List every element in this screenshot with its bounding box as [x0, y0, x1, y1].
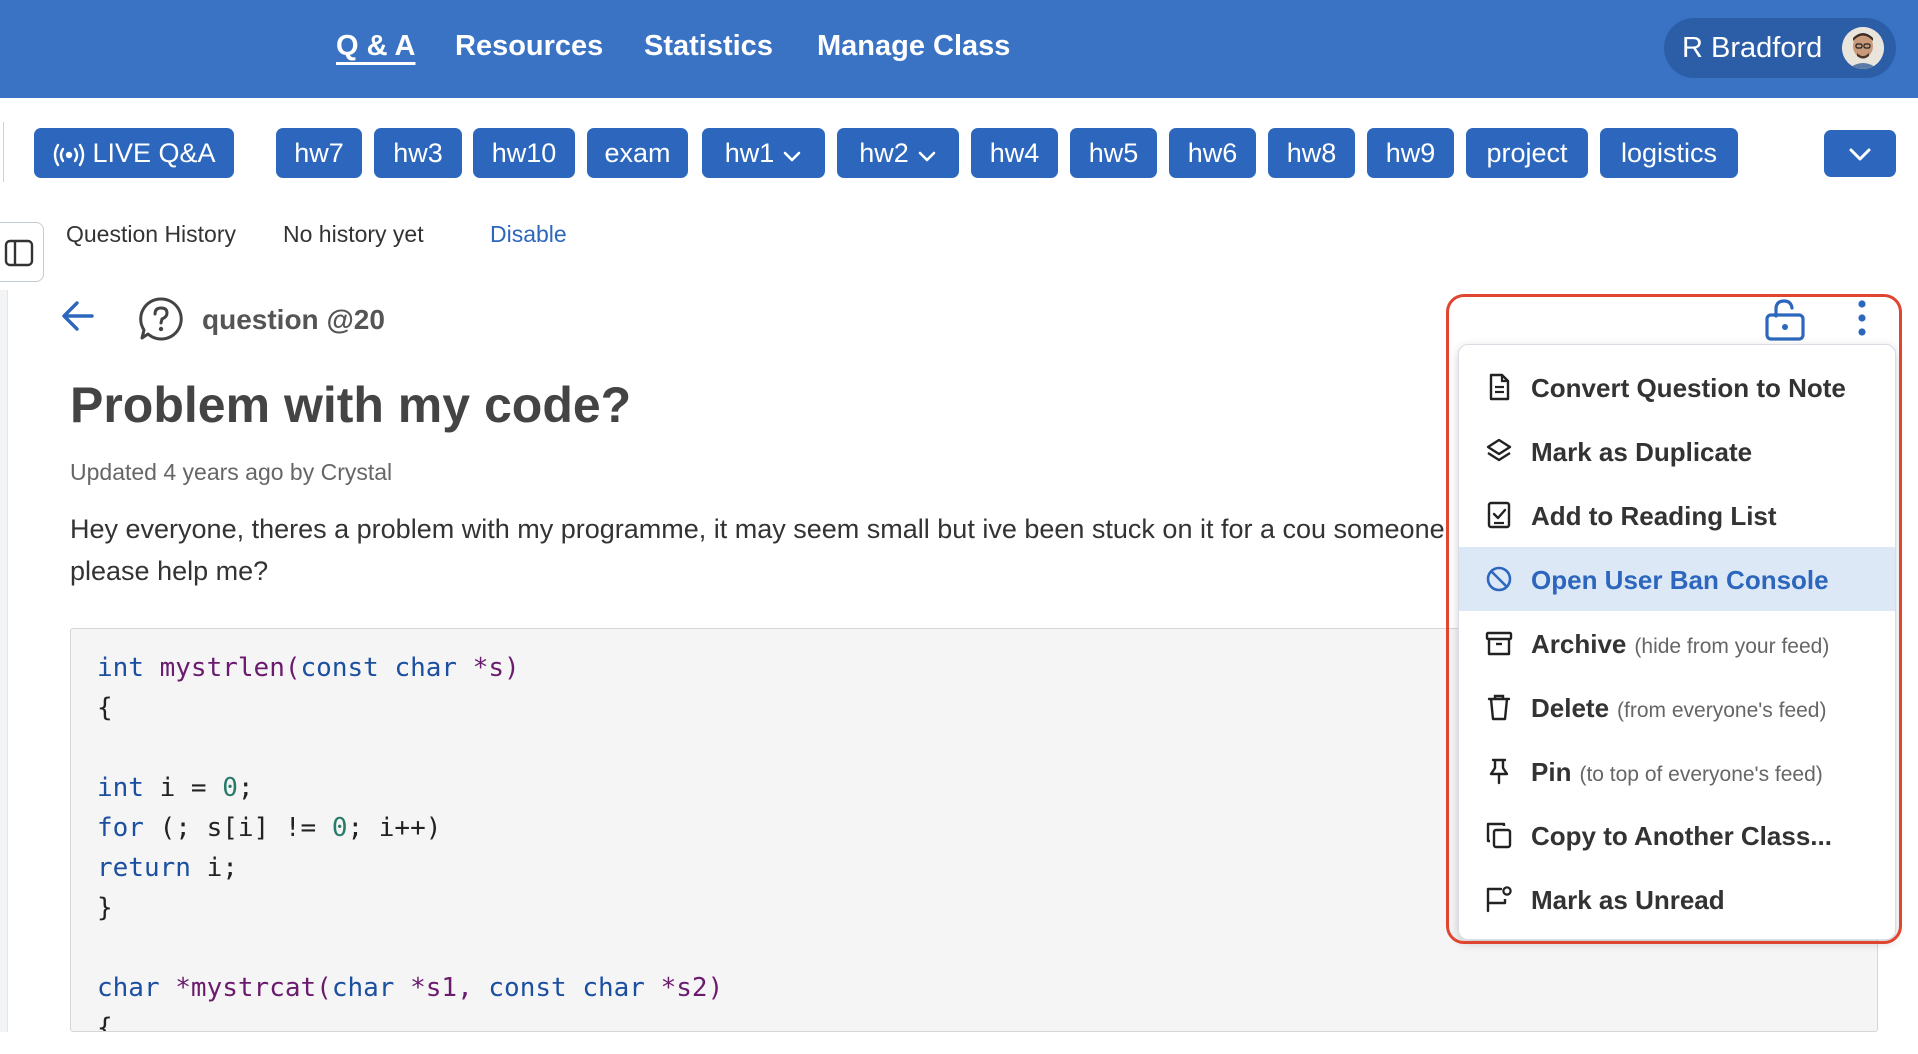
menu-item-label: Mark as Unread — [1531, 885, 1725, 915]
disable-history-link[interactable]: Disable — [490, 221, 567, 248]
user-name: R Bradford — [1682, 32, 1823, 64]
chevron-down-icon — [1849, 148, 1871, 161]
nav-link-statistics[interactable]: Statistics — [644, 30, 773, 63]
avatar — [1842, 27, 1884, 69]
menu-item-hint: (to top of everyone's feed) — [1579, 763, 1823, 786]
nav-link-resources[interactable]: Resources — [455, 30, 603, 63]
page-bottom — [0, 1032, 1918, 1054]
filter-bar-edge — [0, 122, 4, 182]
question-history-status: No history yet — [283, 221, 424, 247]
folder-chip-hw9[interactable]: hw9 — [1367, 128, 1454, 178]
menu-item-label: Mark as Duplicate — [1531, 437, 1753, 467]
unlock-icon[interactable] — [1763, 298, 1807, 347]
menu-item-archive[interactable]: Archive (hide from your feed) — [1459, 611, 1895, 675]
folder-chip-hw6[interactable]: hw6 — [1169, 128, 1256, 178]
nav-link-qa[interactable]: Q & A — [336, 30, 415, 63]
folder-chip-label: hw3 — [393, 138, 443, 168]
folder-chip-label: hw7 — [294, 138, 344, 168]
folder-chip-project[interactable]: project — [1466, 128, 1588, 178]
menu-item-label: Open User Ban Console — [1531, 565, 1829, 595]
broadcast-icon — [54, 143, 85, 167]
folder-chip-label: project — [1486, 138, 1568, 168]
folder-chip-logistics[interactable]: logistics — [1600, 128, 1738, 178]
left-gutter — [0, 290, 8, 1054]
menu-item-copy-to-class[interactable]: Copy to Another Class... — [1459, 803, 1895, 867]
chevron-down-icon — [918, 151, 936, 162]
folder-chip-label: hw6 — [1187, 138, 1238, 168]
folder-chip-hw10[interactable]: hw10 — [473, 128, 575, 178]
folder-chip-exam[interactable]: exam — [587, 128, 688, 178]
folder-chip-hw2[interactable]: hw2 — [837, 128, 959, 178]
archive-icon — [1485, 631, 1513, 656]
folder-chip-label: hw10 — [491, 138, 557, 168]
sidebar-toggle-button[interactable] — [0, 222, 44, 282]
menu-item-mark-duplicate[interactable]: Mark as Duplicate — [1459, 419, 1895, 483]
top-navigation-bar: Q & A Resources Statistics Manage Class … — [0, 0, 1918, 98]
pin-icon — [1489, 758, 1509, 785]
sidebar-panel-icon — [4, 239, 34, 267]
post-actions-menu: Convert Question to Note Mark as Duplica… — [1458, 344, 1896, 940]
folder-chip-label: hw5 — [1088, 138, 1139, 168]
user-menu-button[interactable]: R Bradford — [1664, 18, 1896, 78]
folder-chip-label: exam — [604, 138, 671, 168]
back-arrow-icon[interactable] — [60, 298, 96, 339]
live-qa-chip[interactable]: LIVE Q&A — [34, 128, 234, 178]
code-line: int mystrlen(const char *s) — [97, 653, 520, 683]
document-icon — [1489, 373, 1510, 401]
post-title: Problem with my code? — [70, 377, 632, 433]
folder-chip-label: hw4 — [989, 138, 1040, 168]
menu-item-add-reading-list[interactable]: Add to Reading List — [1459, 483, 1895, 547]
menu-item-label: Pin (to top of everyone's feed) — [1531, 757, 1823, 787]
menu-item-label: Delete (from everyone's feed) — [1531, 693, 1827, 723]
code-line: int i = 0; — [97, 773, 254, 803]
folder-chip-label: logistics — [1620, 138, 1718, 168]
copy-icon — [1486, 822, 1512, 849]
ban-icon — [1486, 566, 1512, 592]
menu-item-hint: (from everyone's feed) — [1617, 699, 1827, 722]
unread-flag-icon — [1486, 886, 1512, 913]
folder-chip-label: hw1 — [724, 138, 775, 168]
code-line: } — [97, 893, 113, 923]
code-line: { — [97, 1013, 113, 1032]
folder-chip-hw5[interactable]: hw5 — [1070, 128, 1157, 178]
menu-item-delete[interactable]: Delete (from everyone's feed) — [1459, 675, 1895, 739]
post-meta: Updated 4 years ago by Crystal — [70, 459, 393, 485]
question-history-label: Question History — [66, 221, 237, 247]
code-line: char *mystrcat(char *s1, const char *s2) — [97, 973, 724, 1003]
menu-item-open-ban-console[interactable]: Open User Ban Console — [1459, 547, 1895, 611]
nav-link-manage-class[interactable]: Manage Class — [817, 30, 1010, 63]
menu-item-hint: (hide from your feed) — [1634, 635, 1830, 658]
folder-chip-hw8[interactable]: hw8 — [1268, 128, 1355, 178]
code-line: for (; s[i] != 0; i++) — [97, 813, 442, 843]
menu-item-label: Convert Question to Note — [1531, 373, 1846, 403]
folder-chip-hw3[interactable]: hw3 — [374, 128, 462, 178]
more-options-icon[interactable] — [1854, 298, 1870, 343]
chevron-down-icon — [783, 151, 801, 162]
folder-chip-label: hw9 — [1385, 138, 1436, 168]
code-line: { — [97, 693, 113, 723]
menu-item-label: Add to Reading List — [1531, 501, 1777, 531]
menu-item-pin[interactable]: Pin (to top of everyone's feed) — [1459, 739, 1895, 803]
post-type-label: question @20 — [202, 304, 385, 335]
folder-chip-hw1[interactable]: hw1 — [702, 128, 825, 178]
layers-icon — [1486, 438, 1512, 462]
menu-item-mark-unread[interactable]: Mark as Unread — [1459, 867, 1895, 931]
checklist-icon — [1487, 501, 1511, 529]
folder-chip-hw4[interactable]: hw4 — [971, 128, 1058, 178]
trash-icon — [1487, 694, 1511, 721]
folder-chip-hw7[interactable]: hw7 — [276, 128, 362, 178]
menu-item-label: Archive (hide from your feed) — [1531, 629, 1830, 659]
code-line: return i; — [97, 853, 238, 883]
folder-chip-label: hw8 — [1286, 138, 1337, 168]
more-folders-button[interactable] — [1824, 130, 1896, 177]
menu-item-label: Copy to Another Class... — [1531, 821, 1832, 851]
menu-item-convert-to-note[interactable]: Convert Question to Note — [1459, 355, 1895, 419]
question-bubble-icon — [138, 296, 184, 347]
folder-chip-label: hw2 — [859, 138, 909, 168]
live-qa-label: LIVE Q&A — [92, 138, 216, 168]
post-body: Hey everyone, theres a problem with my p… — [70, 514, 1445, 586]
